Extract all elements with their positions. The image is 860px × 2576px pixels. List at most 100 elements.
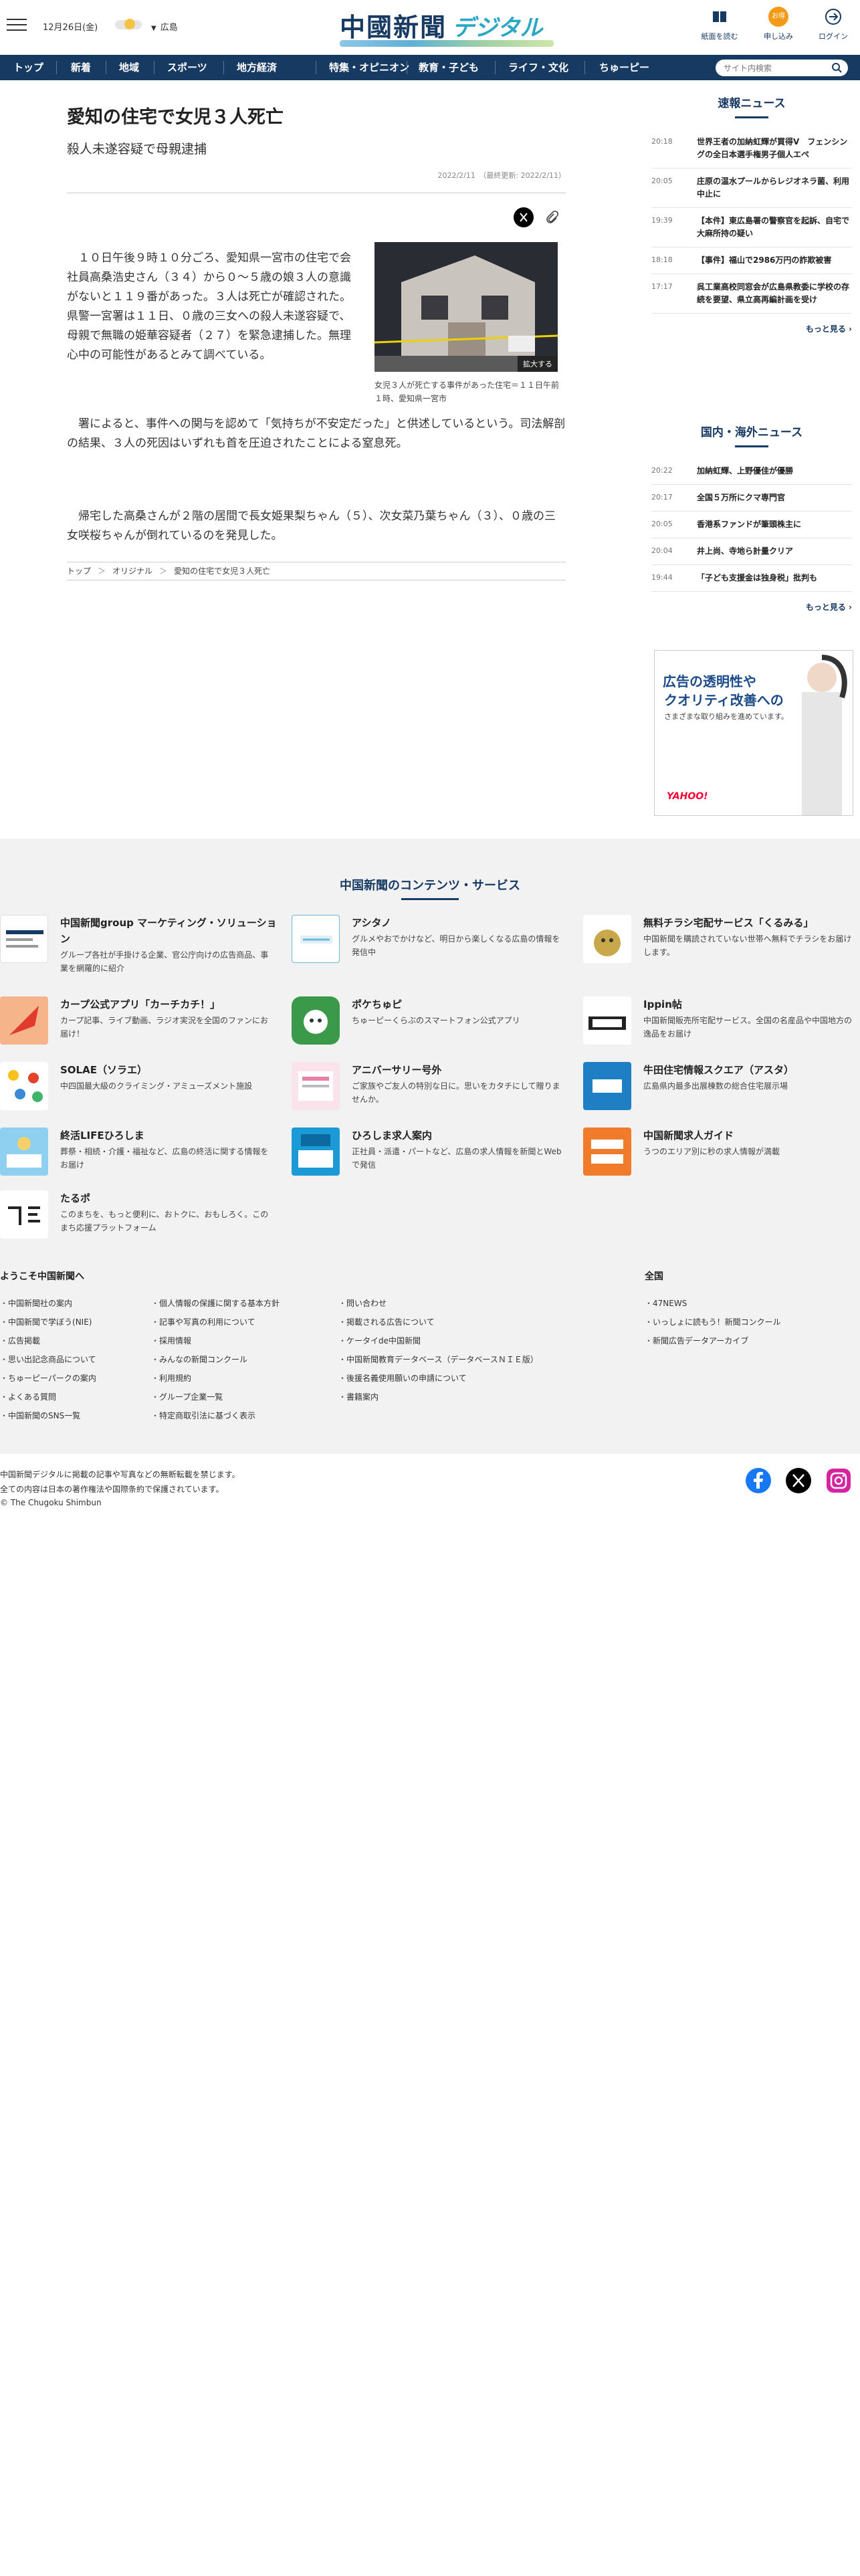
person-illustration [802, 655, 847, 815]
list-item[interactable]: 18:18 【事件】福山で2986万円の詐欺被害 [651, 247, 852, 274]
footer-link[interactable]: グループ企業一覧 [151, 1391, 223, 1402]
service-item[interactable]: 終活LIFEひろしま 葬祭・相続・介護・福祉など、広島の終活に関する情報をお届け [0, 1128, 268, 1177]
footer-link[interactable]: 掲載される広告について [338, 1316, 435, 1327]
breadcrumb-item[interactable]: オリジナル [112, 562, 152, 580]
nav-item-top[interactable]: トップ [13, 55, 43, 80]
breadcrumb-item: 愛知の住宅で女児３人死亡 [174, 566, 271, 576]
news-list: 20:18 世界王者の加納虹輝が買得V フェンシングの全日本選手権男子個人エペ 2… [651, 129, 852, 314]
footer-link[interactable]: ケータイde中国新聞 [338, 1335, 421, 1346]
footer-link[interactable]: 特定商取引法に基づく表示 [151, 1410, 255, 1421]
newspaper-icon [713, 11, 726, 22]
share-x-icon[interactable] [514, 207, 534, 227]
nav-item-new[interactable]: 新着 [71, 55, 91, 80]
footer-link[interactable]: 新聞広告データアーカイブ [645, 1335, 748, 1346]
search-icon[interactable] [831, 62, 843, 74]
search-input[interactable] [724, 62, 824, 74]
breadcrumb-item[interactable]: トップ [67, 562, 91, 580]
more-link[interactable]: もっと見る › [651, 323, 852, 334]
list-item[interactable]: 20:18 世界王者の加納虹輝が買得V フェンシングの全日本選手権男子個人エペ [651, 129, 852, 169]
list-item[interactable]: 17:17 呉工業高校同窓会が広島県教委に学校の存続を要望、県立高再編計画を受け [651, 274, 852, 314]
service-item[interactable]: SOLAE（ソラエ） 中四国最大級のクライミング・アミューズメント施設 [0, 1062, 252, 1111]
chevron-right-icon: › [849, 324, 852, 334]
subscribe-badge-icon: お得 [768, 7, 788, 27]
site-search [716, 60, 848, 76]
nav-item-sports[interactable]: スポーツ [167, 55, 207, 80]
footer-link[interactable]: よくある質問 [0, 1391, 56, 1402]
article-photo[interactable]: 拡大する 女児３人が死亡する事件があった住宅＝１１日午前１時、愛知県一宮市 [374, 242, 566, 405]
nav-item-education[interactable]: 教育・子ども [419, 55, 479, 80]
footer-link[interactable]: 中国新聞社の案内 [0, 1297, 72, 1309]
footer-link[interactable]: 利用規約 [151, 1372, 191, 1384]
service-item[interactable]: 中国新聞group マーケティング・ソリューション グループ各社が手掛ける企業、… [0, 915, 277, 975]
nav-item-chupy[interactable]: ちゅーピー [599, 55, 649, 80]
hamburger-menu-icon[interactable] [7, 16, 27, 32]
footer-link[interactable]: 47NEWS [645, 1297, 687, 1309]
house-photo[interactable]: 拡大する [374, 242, 558, 372]
x-icon[interactable] [785, 1467, 812, 1494]
service-item[interactable]: たるポ このまちを、もっと便利に、おトクに、おもしろく。このまち応援プラットフォ… [0, 1190, 268, 1239]
footer-link[interactable]: 記事や写真の利用について [151, 1316, 255, 1327]
service-item[interactable]: アニバーサリー号外 ご家族やご友人の特別な日に。思いをカタチにして贈りませんか。 [292, 1062, 560, 1111]
login-icon [825, 9, 841, 25]
service-item[interactable]: カープ公式アプリ「カーチカチ！」 カープ記事、ライブ動画、ラジオ実況を全国のファ… [0, 996, 268, 1050]
article-subtitle: 殺人未遂容疑で母親逮捕 [67, 142, 207, 156]
national-news: 国内・海外ニュース 20:22 加納虹輝、上野優佳が優勝 20:17 全国５万所にク… [651, 423, 852, 613]
nav-item-economy[interactable]: 地方経済 [237, 55, 277, 80]
site-logo[interactable]: 中國新聞 デジタル [340, 7, 554, 47]
footer-link[interactable]: 採用情報 [151, 1335, 191, 1346]
divider [401, 898, 459, 900]
zoom-button[interactable]: 拡大する [518, 356, 558, 372]
list-item[interactable]: 19:39 【本件】東広島署の警察官を起訴、自宅で大麻所持の疑い [651, 208, 852, 247]
subscribe-button[interactable]: お得 申し込み [757, 7, 800, 49]
service-item[interactable]: Ippin帖 中国新聞販売所宅配サービス。全国の名産品や中国地方の逸品をお届け [583, 996, 852, 1050]
nav-item-opinion[interactable]: 特集・オピニオン [329, 55, 409, 80]
service-item[interactable]: ポケちゅピ ちゅーピーくらぶのスマートフォン公式アプリ [292, 996, 520, 1050]
footer-link[interactable]: 中国新聞のSNS一覧 [0, 1410, 80, 1421]
ad-banner[interactable]: 広告の透明性や クオリティ改善への さまざまな取り組みを進めています。 YAHO… [654, 650, 853, 816]
pokechupi-logo-icon [292, 996, 340, 1045]
footer-link[interactable]: ちゅーピーパークの案内 [0, 1372, 96, 1384]
list-item[interactable]: 20:05 香港系ファンドが筆頭株主に [651, 512, 852, 538]
photo-caption: 女児３人が死亡する事件があった住宅＝１１日午前１時、愛知県一宮市 [374, 381, 560, 403]
footer-link[interactable]: 書籍案内 [338, 1391, 379, 1402]
service-item[interactable]: アシタノ グルメやおでかけなど、明日から楽しくなる広島の情報を発信中 [292, 915, 560, 975]
service-item[interactable]: 牛田住宅情報スクエア（アスタ） 広島県内最多出展棟数の総合住宅展示場 [583, 1062, 804, 1111]
more-link[interactable]: もっと見る › [651, 601, 852, 613]
service-item[interactable]: 無料チラシ宅配サービス「くるみる」 中国新聞を購読されていない世帯へ無料でチラシ… [583, 915, 851, 975]
footer-link[interactable]: 個人情報の保護に関する基本方針 [151, 1297, 280, 1309]
footer-link[interactable]: 問い合わせ [338, 1297, 387, 1309]
footer-link[interactable]: みんなの新聞コンクール [151, 1354, 247, 1365]
footer-link[interactable]: 思い出記念商品について [0, 1354, 96, 1365]
chevron-right-icon: › [849, 603, 852, 612]
read-paper-button[interactable]: 紙面を読む [698, 7, 741, 49]
ad-line: クオリティ改善への [664, 692, 784, 708]
instagram-icon[interactable] [825, 1467, 852, 1494]
list-item[interactable]: 20:05 庄原の温水プールからレジオネラ菌、利用中止に [651, 169, 852, 208]
nav-item-life[interactable]: ライフ・文化 [508, 55, 568, 80]
copy-link-icon[interactable] [543, 209, 560, 226]
footer-link[interactable]: 広告掲載 [0, 1335, 40, 1346]
footer-link[interactable]: 中国新聞教育データベース（データベースＮＩＥ版） [338, 1354, 538, 1365]
news-list: 20:22 加納虹輝、上野優佳が優勝 20:17 全国５万所にクマ専門官 20:05… [651, 458, 852, 592]
footer-link[interactable]: 中国新聞で学ぼう(NIE) [0, 1316, 92, 1327]
list-item[interactable]: 20:04 井上尚、寺地ら計量クリア [651, 538, 852, 565]
nav-item-region[interactable]: 地域 [119, 55, 139, 80]
carp-logo-icon [0, 996, 48, 1045]
copyright-text: 中国新聞デジタルに掲載の記事や写真などの無断転載を禁じます。 [0, 1470, 240, 1479]
region-selector[interactable]: ▼ 広島 [151, 20, 178, 33]
footer-heading: 全国 [645, 1271, 663, 1282]
service-item[interactable]: ひろしま求人案内 正社員・派遣・パートなど、広島の求人情報を新聞とWebで発信 [292, 1128, 562, 1177]
facebook-icon[interactable] [745, 1467, 772, 1494]
ad-line: 広告の透明性や [663, 673, 756, 689]
list-item[interactable]: 20:17 全国５万所にクマ専門官 [651, 485, 852, 512]
login-button[interactable]: ログイン [812, 7, 855, 49]
footer-link[interactable]: 後援名義使用願いの申請について [338, 1372, 467, 1384]
copyright-text: 全ての内容は日本の著作権法や国際条約で保護されています。 [0, 1485, 224, 1494]
list-item[interactable]: 20:22 加納虹輝、上野優佳が優勝 [651, 458, 852, 485]
article-date: 2022/2/11 （最終更新: 2022/2/11） [437, 171, 566, 180]
solae-logo-icon [0, 1062, 48, 1110]
list-item[interactable]: 19:44 「子ども支援金は独身税」批判も [651, 565, 852, 592]
service-item[interactable]: 中国新聞求人ガイド うつのエリア別に秒の求人情報が満載 [583, 1128, 804, 1177]
chevron-down-icon: ▼ [151, 25, 156, 32]
footer-link[interactable]: いっしょに読もう！新聞コンクール [645, 1316, 781, 1327]
